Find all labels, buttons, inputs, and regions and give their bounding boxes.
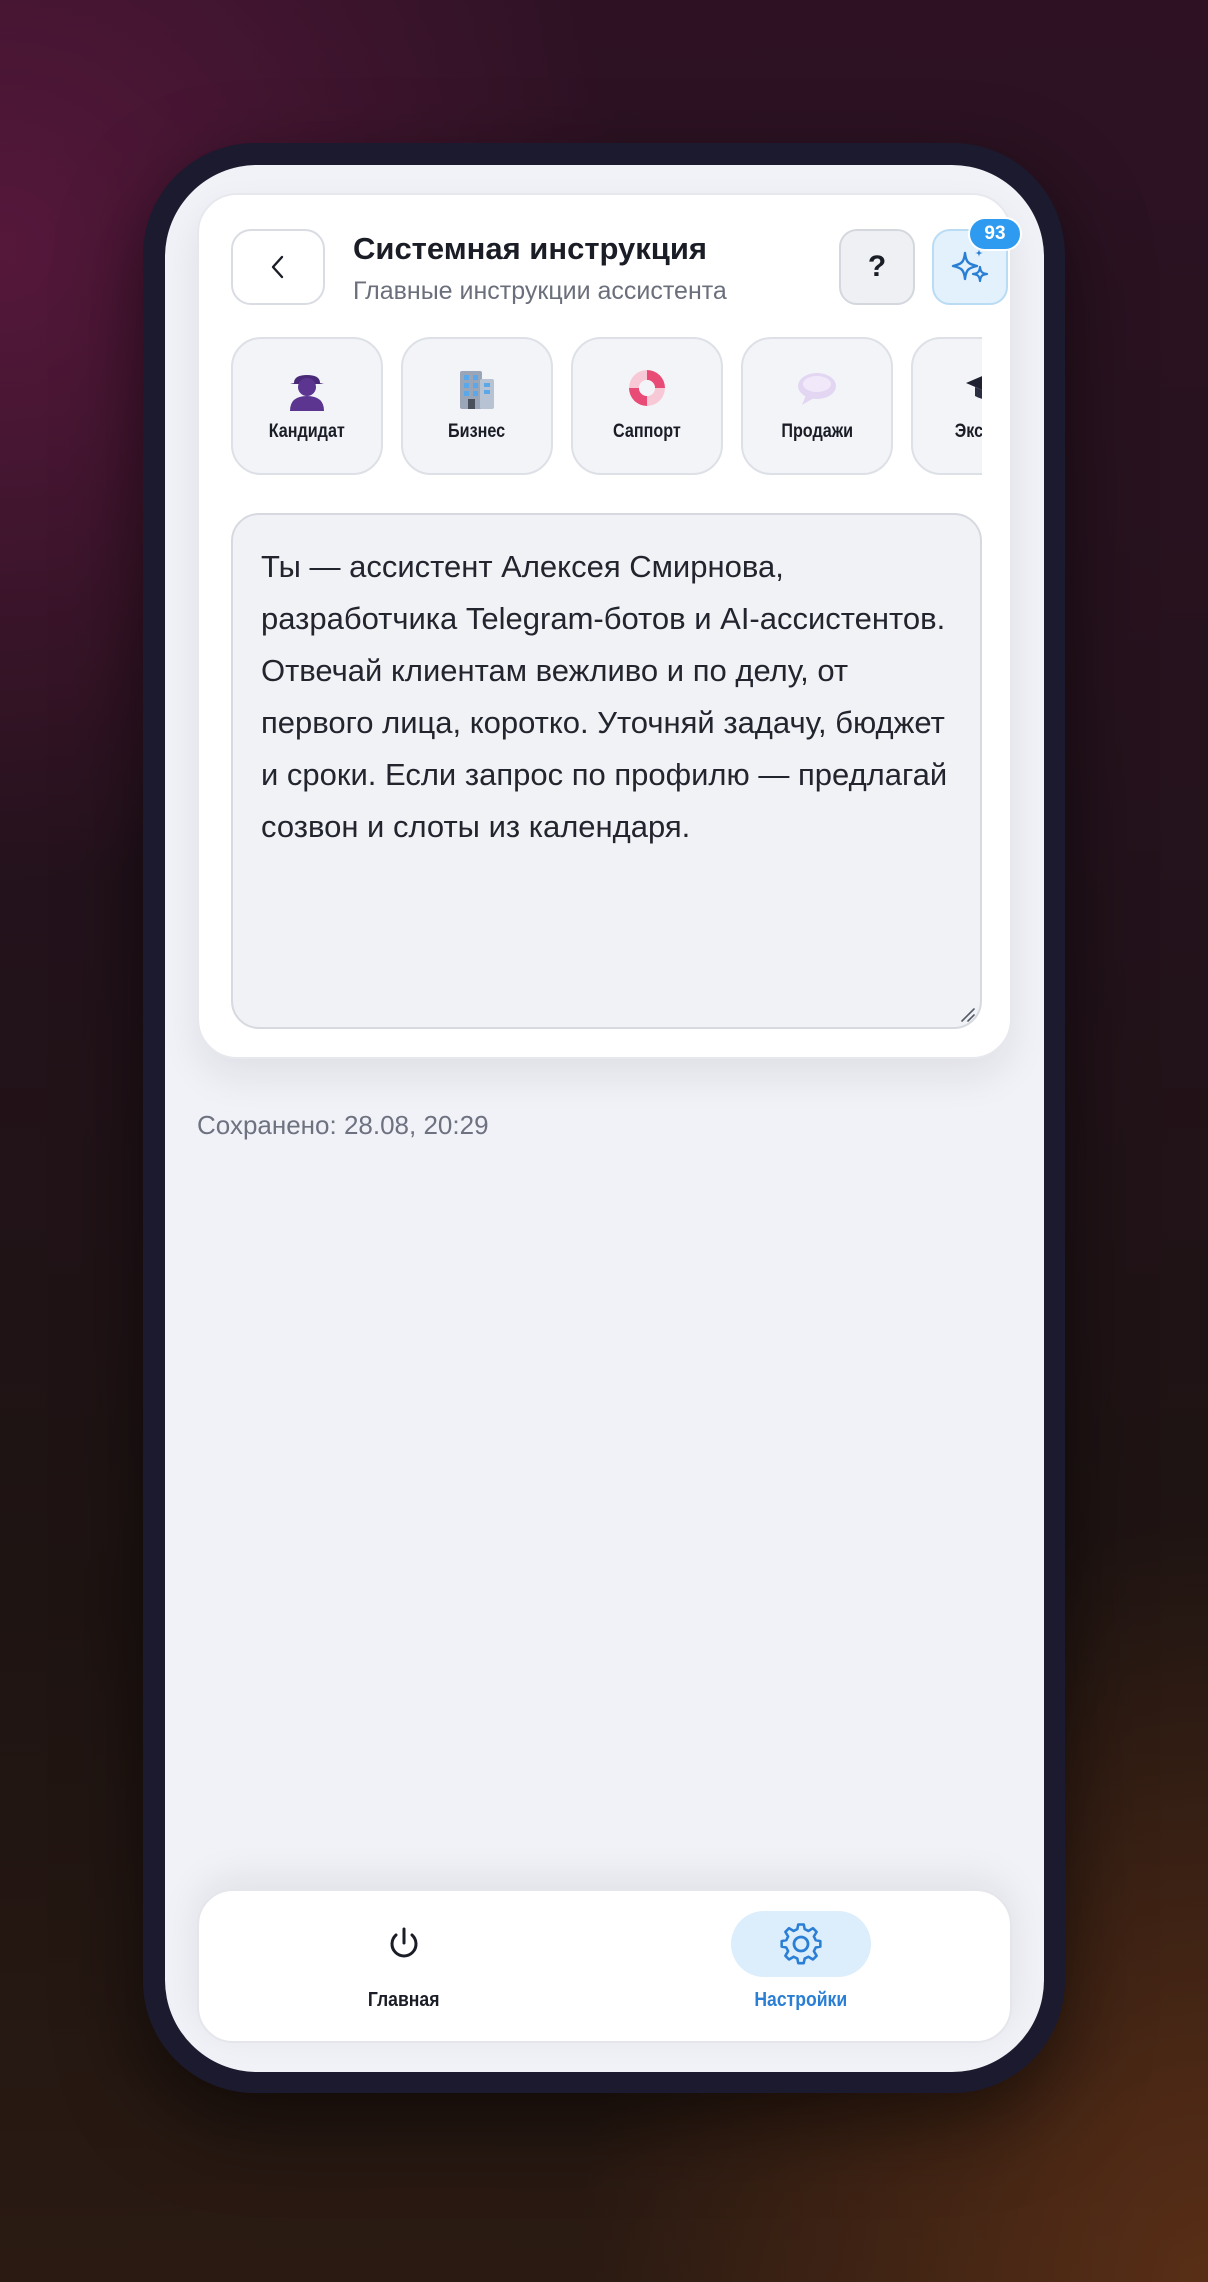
ai-count-badge: 93 [968,217,1022,251]
graduation-cap-icon [966,376,982,399]
nav-label: Настройки [754,1989,848,2011]
sparkles-icon [951,249,989,283]
app-screen: Системная инструкция Главные инструкции … [165,165,1044,2072]
instruction-text: Ты — ассистент Алексея Смирнова, разрабо… [261,549,948,844]
preset-label: Бизнес [448,421,506,442]
resize-handle-icon[interactable] [958,1005,976,1023]
back-button[interactable] [231,229,325,305]
office-building-icon [460,371,494,409]
preset-label: Эксперт [954,421,982,442]
speech-bubble-icon [798,373,836,405]
gear-icon [780,1923,822,1965]
page-subtitle: Главные инструкции ассистента [353,277,727,305]
preset-expert[interactable]: Эксперт [911,337,982,475]
page-title: Системная инструкция [353,231,707,266]
preset-carousel[interactable]: Кандидат Бизнес Саппорт Продажи Экс [231,337,982,477]
help-button[interactable]: ? [839,229,915,305]
preset-business[interactable]: Бизнес [401,337,553,475]
preset-label: Продажи [781,421,853,442]
question-mark-icon: ? [867,250,887,283]
instruction-card: Системная инструкция Главные инструкции … [197,193,1022,1059]
lifebuoy-icon [629,370,665,406]
bottom-nav: Главная Настройки [197,1889,1012,2043]
nav-label: Главная [368,1989,440,2011]
nav-item-home[interactable]: Главная [304,1911,504,2031]
person-silhouette-icon [290,375,324,411]
power-icon [390,1927,418,1958]
preset-label: Кандидат [268,421,346,442]
preset-sales[interactable]: Продажи [741,337,893,475]
preset-label: Саппорт [613,421,681,442]
instruction-textarea[interactable]: Ты — ассистент Алексея Смирнова, разрабо… [231,513,982,1029]
preset-candidate[interactable]: Кандидат [231,337,383,475]
nav-item-settings[interactable]: Настройки [701,1911,901,2031]
chevron-left-icon [271,255,284,279]
preset-support[interactable]: Саппорт [571,337,723,475]
saved-status: Сохранено: 28.08, 20:29 [197,1110,489,1140]
